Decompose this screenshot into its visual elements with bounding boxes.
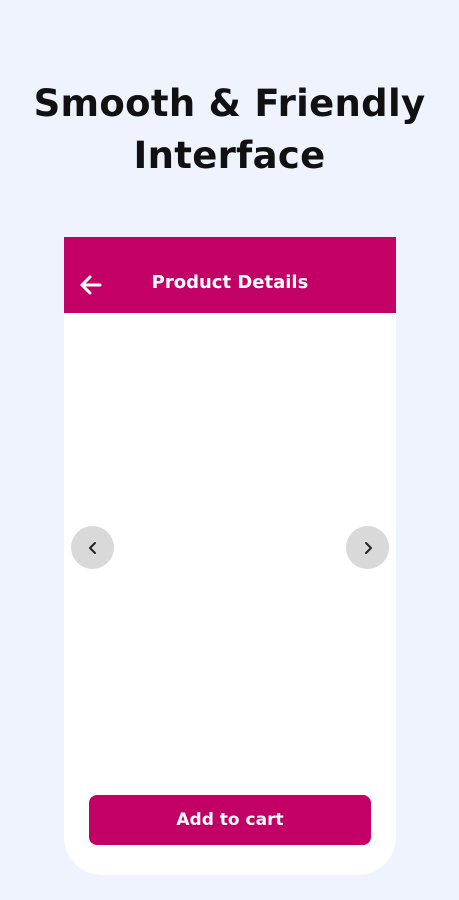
phone-screen: Product Details Add to cart <box>64 237 396 875</box>
app-bar: Product Details <box>64 237 396 313</box>
gallery-prev-button[interactable] <box>71 526 114 569</box>
promo-headline-line-1: Smooth & Friendly <box>33 82 426 125</box>
chevron-right-icon <box>364 541 372 554</box>
chevron-left-icon <box>88 541 96 554</box>
promo-headline-line-2: Interface <box>133 134 326 177</box>
gallery-next-button[interactable] <box>346 526 389 569</box>
page-title: Product Details <box>151 272 309 293</box>
promo-headline: Smooth & Friendly Interface <box>0 78 459 182</box>
add-to-cart-button[interactable]: Add to cart <box>89 795 371 845</box>
